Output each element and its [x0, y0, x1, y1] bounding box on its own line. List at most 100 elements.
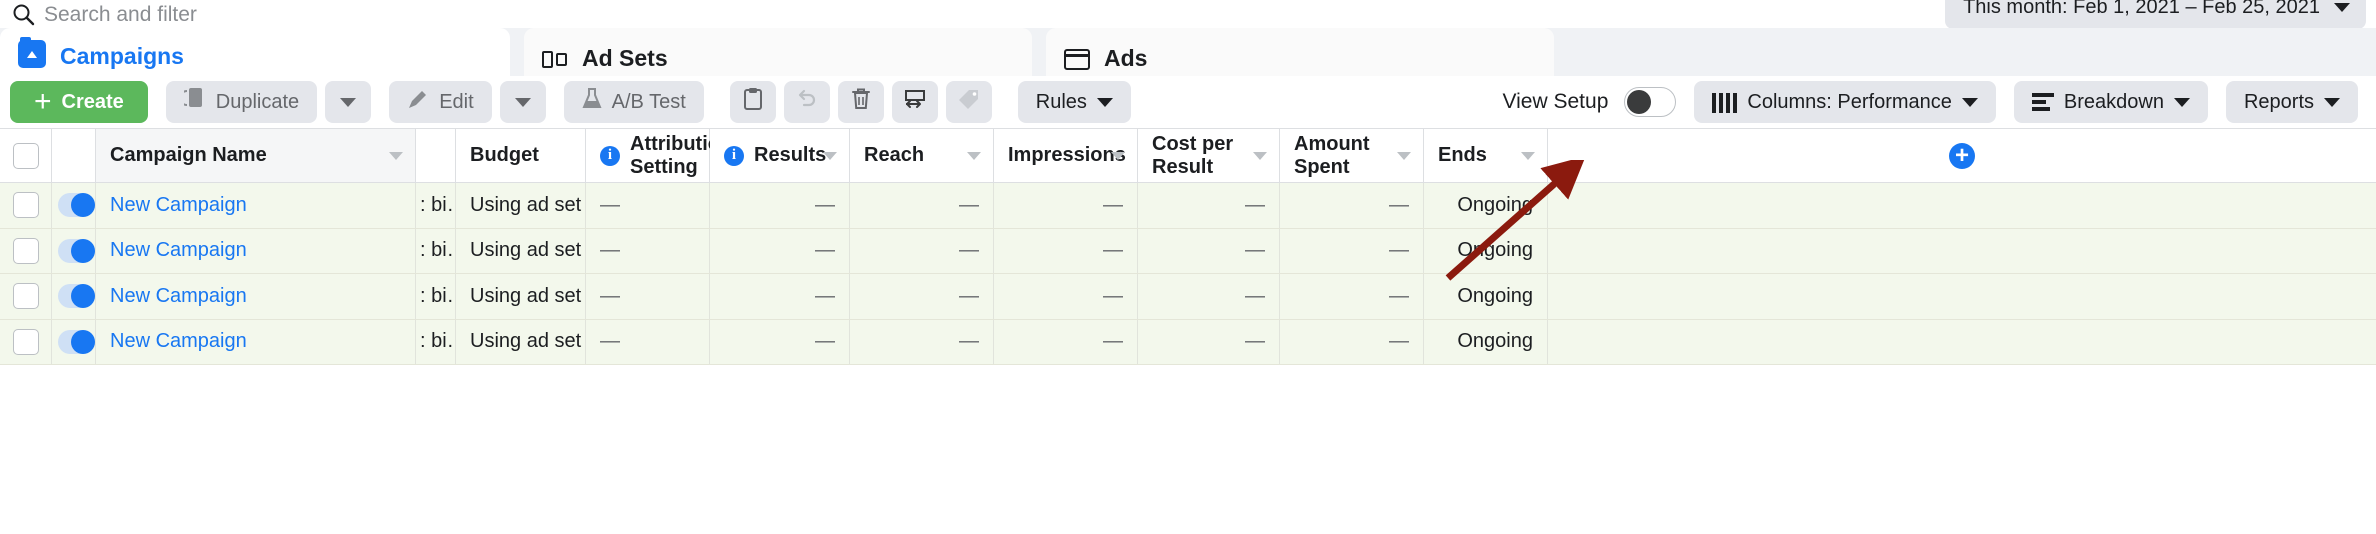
row-checkbox[interactable] [12, 328, 39, 355]
column-header-impressions[interactable]: Impressions [994, 129, 1138, 182]
breakdown-icon [2031, 91, 2054, 113]
column-header-cost-per-result[interactable]: Cost per Result [1138, 129, 1280, 182]
view-setup-toggle[interactable] [1624, 87, 1677, 117]
attribution-setting-cell: — [586, 274, 710, 319]
table-row[interactable]: New Campaign: bi…Using ad set b…——————On… [0, 183, 2376, 229]
column-header-budget[interactable]: Budget [456, 129, 586, 182]
tab-ads[interactable]: Ads [1046, 28, 1554, 76]
undo-button[interactable] [783, 81, 830, 123]
flask-icon [582, 87, 602, 117]
row-select-cell[interactable] [0, 319, 52, 364]
ads-manager-screen: Search and filter This month: Feb 1, 202… [0, 0, 2376, 534]
row-status-cell[interactable] [52, 183, 96, 228]
row-checkbox[interactable] [12, 283, 39, 310]
column-header-reach[interactable]: Reach [850, 129, 994, 182]
columns-button[interactable]: Columns: Performance [1694, 81, 1996, 123]
select-all-cell[interactable] [0, 129, 52, 182]
attribution-setting-cell: — [586, 183, 710, 228]
edit-dropdown-button[interactable] [499, 81, 546, 123]
tab-ad-sets[interactable]: Ad Sets [524, 28, 1032, 76]
reports-button[interactable]: Reports [2225, 81, 2358, 123]
column-header-campaign-name[interactable]: Campaign Name [96, 129, 416, 182]
search-icon[interactable] [10, 1, 36, 27]
chevron-down-icon[interactable] [389, 151, 403, 160]
pencil-icon [407, 88, 429, 116]
row-checkbox[interactable] [12, 237, 39, 264]
rules-label: Rules [1035, 90, 1087, 113]
export-button[interactable] [891, 81, 938, 123]
tag-button[interactable] [945, 81, 992, 123]
paste-button[interactable] [729, 81, 776, 123]
column-header-bid [416, 129, 456, 182]
campaign-status-toggle[interactable] [58, 329, 95, 354]
date-range-label: This month: Feb 1, 2021 – Feb 25, 2021 [1963, 0, 2320, 18]
row-checkbox[interactable] [12, 192, 39, 219]
campaign-name-link[interactable]: New Campaign [96, 274, 416, 319]
reach-cell: — [850, 183, 994, 228]
chevron-down-icon [1096, 97, 1113, 107]
search-input[interactable]: Search and filter [44, 4, 197, 25]
row-status-cell[interactable] [52, 274, 96, 319]
select-all-checkbox[interactable] [12, 142, 39, 169]
row-status-cell[interactable] [52, 228, 96, 273]
chevron-down-icon[interactable] [1111, 151, 1125, 160]
info-icon[interactable]: i [724, 145, 744, 166]
campaign-status-toggle[interactable] [58, 193, 95, 218]
campaign-name-link[interactable]: New Campaign [96, 228, 416, 273]
duplicate-button[interactable]: Duplicate [165, 81, 318, 123]
cost-per-result-cell: — [1138, 228, 1280, 273]
campaign-status-toggle[interactable] [58, 238, 95, 263]
create-button[interactable]: + Create [10, 81, 148, 123]
campaign-name-link[interactable]: New Campaign [96, 183, 416, 228]
row-select-cell[interactable] [0, 183, 52, 228]
delete-button[interactable] [837, 81, 884, 123]
edit-button[interactable]: Edit [389, 81, 492, 123]
campaign-bid-cell: : bi… [416, 183, 456, 228]
ends-cell: Ongoing [1424, 228, 1548, 273]
trash-icon [850, 87, 872, 117]
reach-cell: — [850, 319, 994, 364]
date-range-picker[interactable]: This month: Feb 1, 2021 – Feb 25, 2021 [1945, 0, 2366, 29]
chevron-down-icon[interactable] [823, 151, 837, 160]
clipboard-icon [743, 87, 763, 117]
tab-ad-sets-label: Ad Sets [582, 45, 668, 71]
tab-campaigns-label: Campaigns [60, 43, 184, 69]
chevron-down-icon[interactable] [1521, 151, 1535, 160]
column-header-ends[interactable]: Ends [1424, 129, 1548, 182]
table-row[interactable]: New Campaign: bi…Using ad set b…——————On… [0, 228, 2376, 274]
chevron-down-icon[interactable] [1397, 151, 1411, 160]
tab-campaigns[interactable]: Campaigns [0, 28, 510, 76]
tag-icon [957, 87, 981, 117]
ab-test-button[interactable]: A/B Test [563, 81, 704, 123]
column-header-attribution-setting[interactable]: i Attribution Setting [586, 129, 732, 182]
row-status-cell[interactable] [52, 319, 96, 364]
row-spacer-cell [1548, 229, 2376, 274]
attribution-setting-cell: — [586, 319, 710, 364]
campaign-status-toggle[interactable] [58, 284, 95, 309]
info-icon[interactable]: i [600, 145, 620, 166]
view-setup-control[interactable]: View Setup [1503, 87, 1677, 117]
rules-button[interactable]: Rules [1017, 81, 1131, 123]
campaign-name-link[interactable]: New Campaign [96, 319, 416, 364]
amount-spent-cell: — [1280, 183, 1424, 228]
chevron-down-icon[interactable] [1253, 151, 1267, 160]
amount-spent-cell: — [1280, 228, 1424, 273]
cost-per-result-cell: — [1138, 274, 1280, 319]
column-header-amount-spent[interactable]: Amount Spent [1280, 129, 1424, 182]
table-row[interactable]: New Campaign: bi…Using ad set b…——————On… [0, 274, 2376, 320]
duplicate-dropdown-button[interactable] [325, 81, 372, 123]
results-cell: — [710, 228, 850, 273]
status-header-cell [52, 129, 96, 182]
add-column-button[interactable]: + [1548, 129, 2376, 182]
column-header-results[interactable]: i Results [710, 129, 850, 182]
row-select-cell[interactable] [0, 274, 52, 319]
campaigns-table: Campaign Name Budget i Attribution Setti… [0, 128, 2376, 534]
table-row[interactable]: New Campaign: bi…Using ad set b…——————On… [0, 319, 2376, 365]
duplicate-label: Duplicate [215, 90, 300, 113]
breakdown-button[interactable]: Breakdown [2013, 81, 2208, 123]
impressions-cell: — [994, 183, 1138, 228]
results-cell: — [710, 274, 850, 319]
chevron-down-icon[interactable] [967, 151, 981, 160]
row-select-cell[interactable] [0, 228, 52, 273]
tab-ads-label: Ads [1104, 45, 1148, 71]
